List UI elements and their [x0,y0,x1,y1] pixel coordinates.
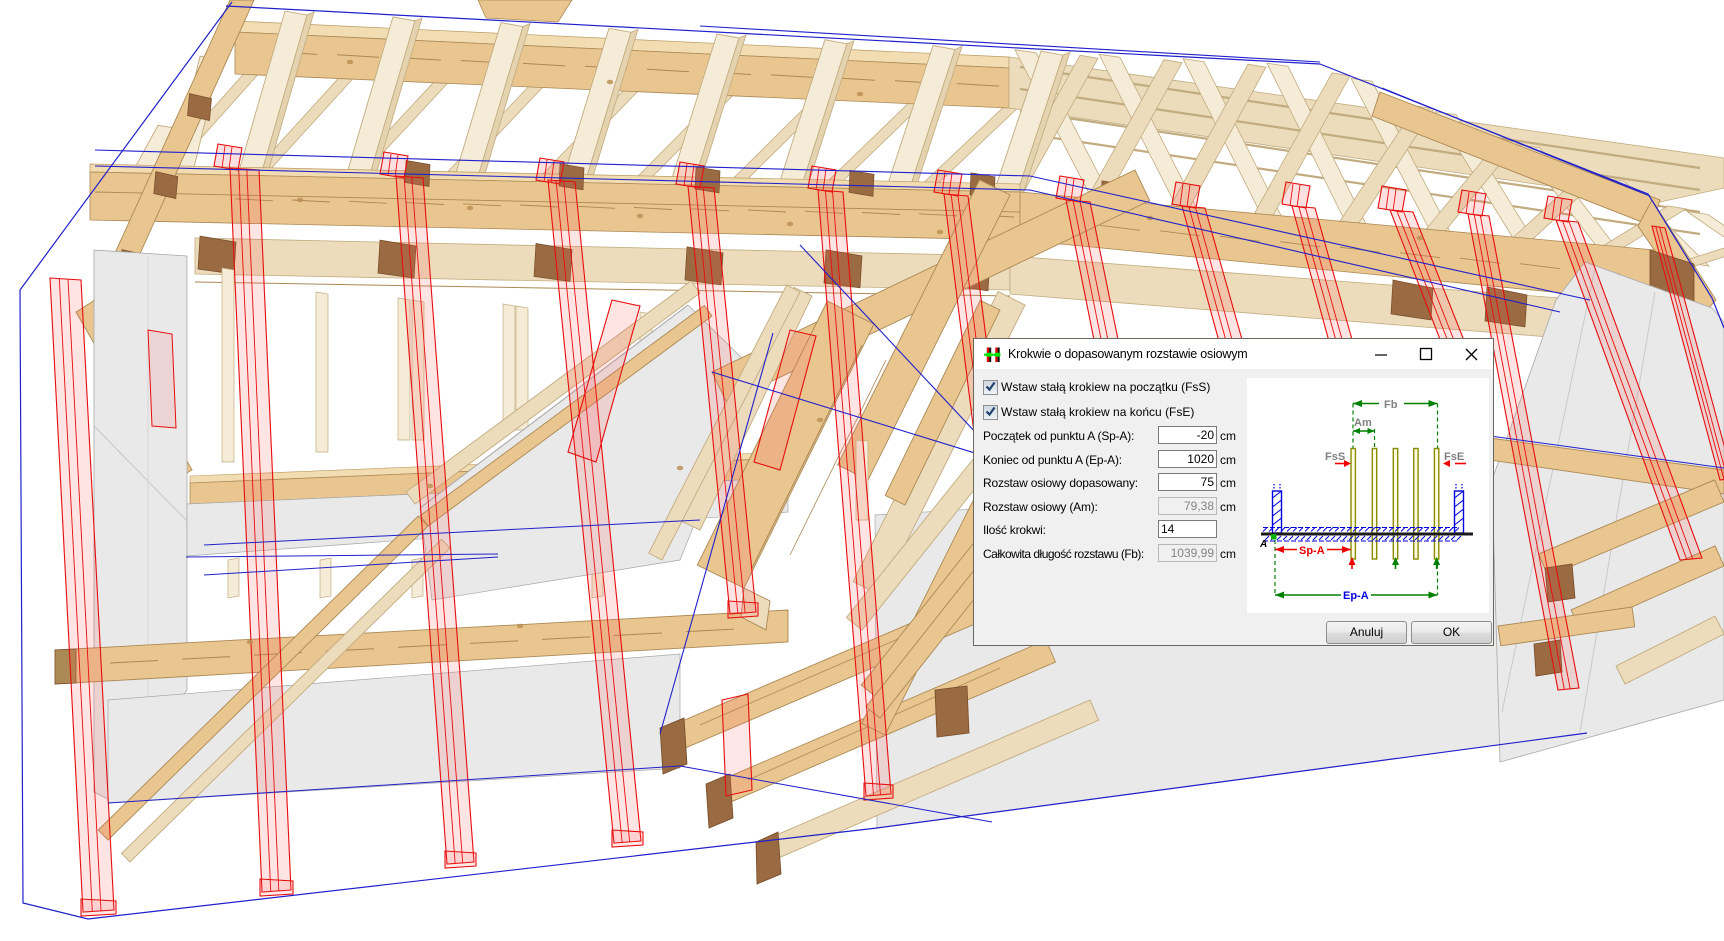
svg-text:Am: Am [1354,417,1372,429]
svg-text:FsS: FsS [1325,451,1345,463]
svg-text:FsE: FsE [1444,451,1464,463]
svg-text:A: A [1259,539,1267,550]
svg-text:Ep-A: Ep-A [1343,590,1369,602]
svg-text:Sp-A: Sp-A [1299,545,1325,557]
svg-text:Fb: Fb [1384,399,1398,411]
